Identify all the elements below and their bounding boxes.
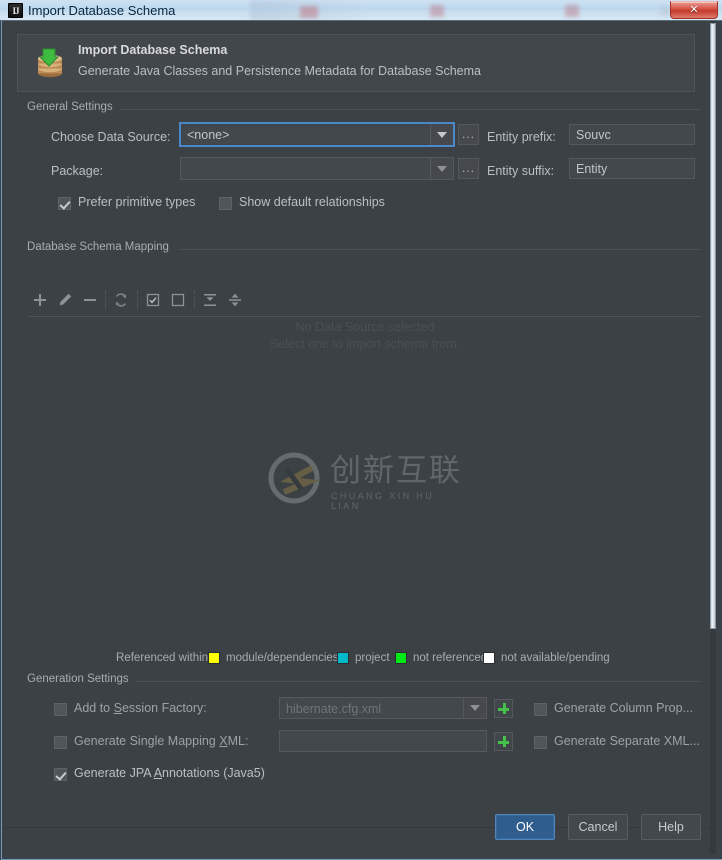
generate-jpa-annotations-label: Generate JPA Annotations (Java5) [74, 766, 265, 780]
toolbar-separator [194, 291, 196, 309]
edit-pencil-icon[interactable] [54, 289, 76, 311]
watermark-pinyin: CHUANG XIN HU LIAN [331, 491, 435, 511]
empty-state-line2: Select one to import schema from. [269, 337, 461, 351]
titlebar-background-blur [430, 5, 444, 17]
titlebar-background-blur [565, 5, 579, 17]
close-button[interactable]: ✕ [670, 1, 718, 19]
watermark: 创新互联 CHUANG XIN HU LIAN [268, 449, 468, 511]
package-label: Package: [51, 164, 104, 178]
checkbox-box [54, 703, 67, 716]
prefer-primitive-types-label: Prefer primitive types [78, 195, 196, 209]
toolbar-separator [137, 291, 139, 309]
add-session-factory-button[interactable] [494, 699, 513, 718]
entity-suffix-input[interactable]: Entity [569, 158, 695, 179]
mapping-group-label: Database Schema Mapping [27, 241, 176, 253]
empty-state-text: No Data Source selected Select one to im… [29, 319, 701, 353]
remove-icon[interactable] [79, 289, 101, 311]
package-browse-button[interactable]: ... [458, 158, 479, 179]
data-source-browse-button[interactable]: ... [458, 124, 479, 145]
chevron-down-icon[interactable] [430, 124, 453, 145]
generate-separate-xml-label: Generate Separate XML... [554, 734, 700, 748]
titlebar-background-blur [660, 7, 670, 16]
legend-label-project: project [355, 652, 390, 664]
chevron-down-icon[interactable] [463, 698, 486, 718]
session-factory-combo[interactable]: hibernate.cfg.xml [279, 697, 487, 719]
single-mapping-xml-input[interactable] [279, 730, 487, 752]
session-factory-value: hibernate.cfg.xml [286, 702, 382, 716]
generation-settings-label: Generation Settings [27, 673, 136, 685]
import-database-schema-dialog: IJ Import Database Schema ✕ Import Datab… [0, 0, 722, 860]
group-divider [135, 681, 701, 682]
close-icon: ✕ [689, 4, 699, 16]
expand-all-icon[interactable] [199, 289, 221, 311]
legend-swatch-module [208, 652, 220, 664]
window-title: Import Database Schema [28, 3, 176, 18]
chevron-down-icon[interactable] [430, 158, 453, 179]
checkbox-box [54, 768, 67, 781]
scrollbar-thumb[interactable] [710, 23, 716, 629]
add-icon[interactable] [29, 289, 51, 311]
refresh-icon[interactable] [110, 289, 132, 311]
checkbox-box [219, 197, 232, 210]
data-source-label: Choose Data Source: [51, 130, 171, 144]
data-source-combo[interactable]: <none> [180, 123, 454, 146]
entity-prefix-input[interactable]: Souvc [569, 124, 695, 145]
empty-state-line1: No Data Source selected [295, 320, 435, 334]
checkbox-box [54, 736, 67, 749]
intellij-idea-icon: IJ [8, 3, 23, 18]
toolbar-separator [105, 291, 107, 309]
banner-subtitle: Generate Java Classes and Persistence Me… [78, 64, 481, 78]
deselect-all-icon[interactable] [167, 289, 189, 311]
entity-suffix-label: Entity suffix: [487, 164, 555, 178]
legend-swatch-not-available [483, 652, 495, 664]
legend-label-not-available: not available/pending [501, 652, 610, 664]
ok-button[interactable]: OK [495, 814, 555, 840]
checkbox-box [58, 197, 71, 210]
checkbox-box [534, 703, 547, 716]
titlebar-background-blur [300, 6, 318, 18]
legend-swatch-not-referenced [395, 652, 407, 664]
cx-circle-logo [268, 452, 320, 504]
generate-column-properties-label: Generate Column Prop... [554, 701, 693, 715]
group-divider [179, 249, 701, 250]
generate-single-mapping-xml-label: Generate Single Mapping XML: [74, 734, 249, 748]
select-all-icon[interactable] [142, 289, 164, 311]
legend-label-not-referenced: not referenced [413, 652, 488, 664]
dialog-banner: Import Database Schema Generate Java Cla… [17, 34, 695, 92]
collapse-all-icon[interactable] [224, 289, 246, 311]
checkbox-box [534, 736, 547, 749]
banner-title: Import Database Schema [78, 43, 228, 57]
group-divider [120, 109, 701, 110]
cancel-button[interactable]: Cancel [568, 814, 628, 840]
legend-swatch-project [337, 652, 349, 664]
vertical-scrollbar[interactable] [710, 21, 716, 854]
add-single-mapping-button[interactable] [494, 732, 513, 751]
general-settings-label: General Settings [27, 101, 120, 113]
legend-label-module: module/dependencies [226, 652, 339, 664]
add-to-session-factory-label: Add to Session Factory: [74, 701, 207, 715]
watermark-chinese: 创新互联 [330, 453, 462, 489]
database-import-icon [32, 46, 68, 82]
dialog-content: Import Database Schema Generate Java Cla… [3, 21, 711, 857]
data-source-value: <none> [187, 128, 230, 142]
show-default-relationships-label: Show default relationships [239, 195, 385, 209]
entity-prefix-label: Entity prefix: [487, 130, 556, 144]
package-combo[interactable] [180, 157, 454, 180]
legend-prefix: Referenced within: [116, 652, 212, 664]
title-bar[interactable]: IJ Import Database Schema ✕ [0, 0, 722, 21]
help-button[interactable]: Help [641, 814, 701, 840]
dialog-frame: Import Database Schema Generate Java Cla… [0, 21, 722, 860]
